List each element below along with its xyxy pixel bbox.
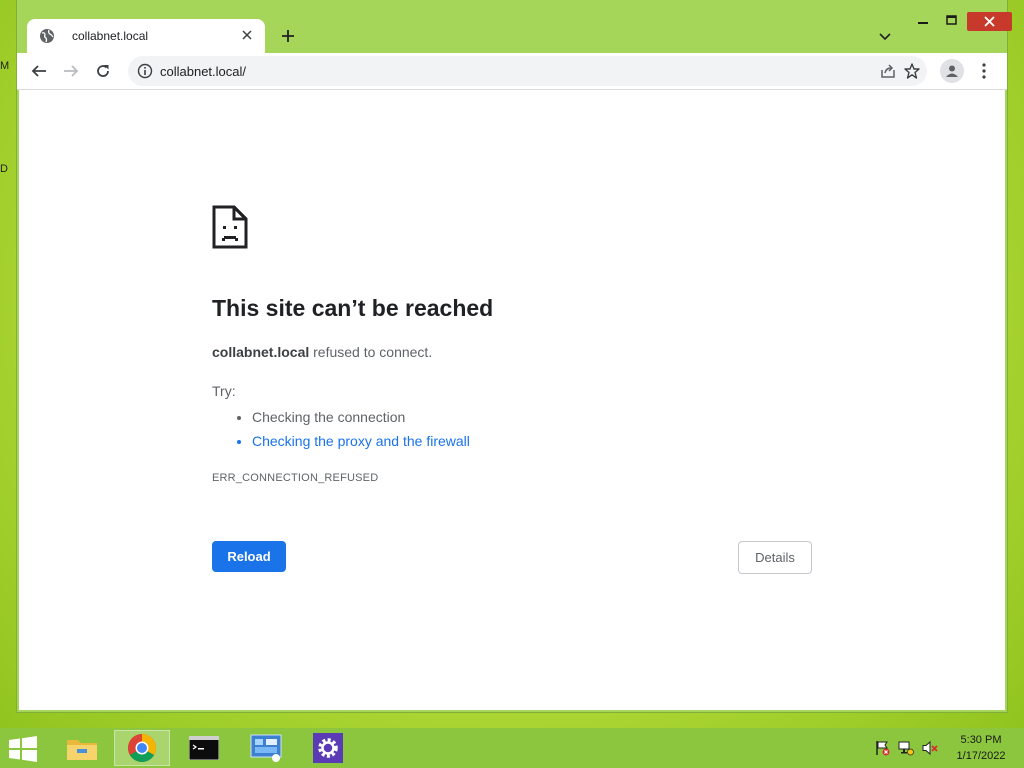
chrome-icon[interactable] (114, 730, 170, 766)
address-bar[interactable]: collabnet.local/ (128, 56, 927, 86)
windows-start-icon[interactable] (8, 736, 38, 762)
new-tab-plus-icon[interactable] (277, 25, 299, 47)
page-content: This site can’t be reached collabnet.loc… (19, 90, 1005, 710)
title-bar: collabnet.local (17, 0, 1012, 53)
file-explorer-icon[interactable] (54, 730, 110, 766)
taskbar: 5:30 PM 1/17/2022 (0, 728, 1024, 768)
volume-muted-icon[interactable] (922, 740, 938, 756)
tab-title: collabnet.local (72, 29, 149, 43)
back-arrow-icon[interactable] (27, 59, 51, 83)
network-icon[interactable] (898, 740, 914, 756)
url-text: collabnet.local/ (160, 64, 246, 79)
suggestion-link-proxy-firewall[interactable]: Checking the proxy and the firewall (252, 431, 470, 455)
command-prompt-icon[interactable] (176, 730, 232, 766)
desktop-icon-label-fragment: M (0, 60, 10, 72)
close-tab-icon[interactable] (237, 25, 257, 45)
bookmark-star-icon[interactable] (903, 62, 921, 80)
reload-button[interactable]: Reload (212, 541, 286, 572)
sad-page-icon (212, 205, 248, 249)
clock-date: 1/17/2022 (956, 750, 1006, 762)
maximize-icon[interactable] (940, 10, 962, 30)
browser-window: collabnet.local collabnet.local/ This si… (17, 0, 1012, 712)
reload-icon[interactable] (91, 59, 115, 83)
page-title: This site can’t be reached (212, 295, 494, 321)
browser-toolbar: collabnet.local/ (17, 53, 1007, 90)
kebab-menu-icon[interactable] (975, 59, 993, 83)
host-name: collabnet.local (212, 344, 310, 360)
profile-avatar-icon[interactable] (940, 59, 964, 83)
details-button[interactable]: Details (738, 541, 812, 574)
error-summary: collabnet.local refused to connect. (212, 344, 432, 360)
suggestion-item: Checking the connection (252, 407, 470, 431)
globe-icon (40, 29, 54, 43)
system-clock[interactable]: 5:30 PM 1/17/2022 (946, 732, 1016, 764)
desktop-icon-label-fragment: D (0, 163, 8, 175)
close-window-icon[interactable] (967, 12, 1012, 31)
action-center-flag-icon[interactable] (874, 740, 890, 756)
suggestion-list: Checking the connection Checking the pro… (234, 407, 470, 455)
share-icon[interactable] (879, 62, 897, 80)
settings-gear-icon[interactable] (300, 730, 356, 766)
control-panel-icon[interactable] (238, 730, 294, 766)
info-icon[interactable] (137, 63, 153, 79)
summary-text: refused to connect. (309, 344, 433, 360)
chevron-down-icon[interactable] (875, 27, 895, 47)
minimize-icon[interactable] (912, 10, 934, 30)
forward-arrow-icon[interactable] (59, 59, 83, 83)
error-code: ERR_CONNECTION_REFUSED (212, 472, 379, 484)
try-label: Try: (212, 383, 236, 399)
clock-time: 5:30 PM (960, 734, 1002, 746)
browser-tab[interactable]: collabnet.local (27, 19, 265, 53)
